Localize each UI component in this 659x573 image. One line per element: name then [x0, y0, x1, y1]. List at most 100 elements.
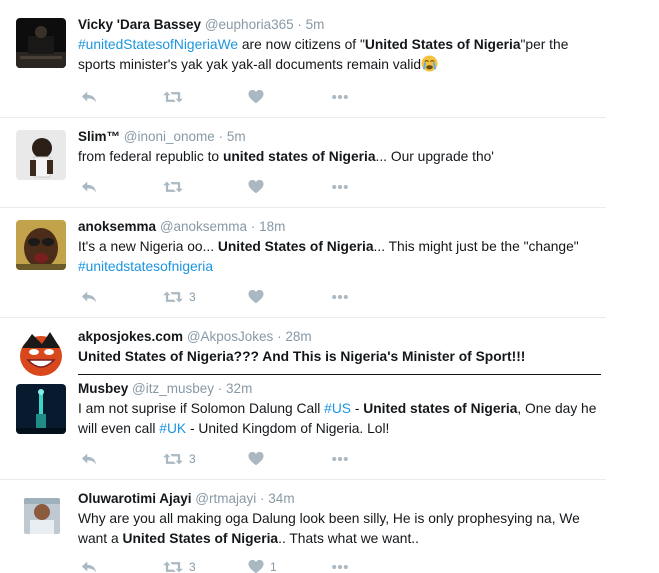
reply-icon	[80, 451, 98, 467]
avatar[interactable]	[16, 220, 66, 270]
reply-button[interactable]	[80, 178, 98, 196]
tweet-text-segment: from federal republic to	[78, 149, 223, 164]
retweet-count: 3	[189, 452, 196, 466]
retweet-icon	[163, 451, 183, 467]
hashtag-link[interactable]: #US	[324, 401, 351, 416]
more-icon	[330, 559, 350, 573]
tweet-text-bold: United States of Nigeria	[217, 239, 374, 254]
more-button[interactable]	[330, 288, 350, 306]
retweet-count: 3	[189, 290, 196, 304]
tweet-text: Why are you all making oga Dalung look b…	[78, 509, 600, 549]
avatar[interactable]	[16, 18, 66, 68]
retweet-button[interactable]	[163, 178, 183, 196]
tweet-text-segment: - United Kingdom of Nigeria. Lol!	[186, 421, 390, 436]
more-button[interactable]	[330, 178, 350, 196]
like-button[interactable]	[248, 178, 264, 196]
tweet-text-bold: United States of Nigeria	[122, 531, 279, 546]
retweet-button[interactable]: 3	[163, 288, 196, 306]
tweet-item[interactable]: Oluwarotimi Ajayi @rtmajayi · 34m Why ar…	[0, 480, 606, 573]
hashtag-link[interactable]: #unitedStatesofNigeriaWe	[78, 37, 238, 52]
tweet-separator: ·	[260, 491, 265, 506]
more-button[interactable]	[330, 88, 350, 106]
more-button[interactable]	[330, 558, 350, 573]
tweet-fullname[interactable]: Oluwarotimi Ajayi	[78, 491, 192, 506]
avatar[interactable]	[16, 130, 66, 180]
tweet-item[interactable]: anoksemma @anoksemma · 18m It's a new Ni…	[0, 208, 606, 318]
avatar[interactable]	[24, 498, 60, 534]
tweet-text-segment: -	[351, 401, 364, 416]
tweet-text: I am not suprise if Solomon Dalung Call …	[78, 399, 600, 439]
hashtag-link[interactable]: #UK	[159, 421, 186, 436]
tweet-text-segment: are now citizens of "	[238, 37, 365, 52]
retweet-icon	[163, 179, 183, 195]
tweet-timestamp[interactable]: 5m	[306, 17, 325, 32]
more-icon	[330, 289, 350, 305]
retweet-icon	[163, 559, 183, 573]
tweet-text: It's a new Nigeria oo... United States o…	[78, 237, 600, 277]
tweet-username[interactable]: @itz_musbey	[132, 381, 214, 396]
avatar[interactable]	[16, 328, 66, 378]
tweet-fullname[interactable]: Slim™	[78, 129, 120, 144]
tweet-text-bold: United states of Nigeria	[363, 401, 518, 416]
tweet-text-bold: United States of Nigeria	[364, 37, 521, 52]
tweet-text-segment: I am not suprise if Solomon Dalung Call	[78, 401, 325, 416]
retweet-icon	[163, 89, 183, 105]
tweet-text: #unitedStatesofNigeriaWe are now citizen…	[78, 35, 600, 75]
tweet-timestamp[interactable]: 5m	[227, 129, 246, 144]
tweet-text-bold: United States of Nigeria	[78, 349, 234, 364]
heart-icon	[248, 179, 264, 195]
tweet-text-segment: ... This might just be the "change"	[373, 239, 579, 254]
like-count: 1	[270, 560, 277, 573]
tweet-timestamp[interactable]: 28m	[285, 329, 311, 344]
tweet-username[interactable]: @anoksemma	[160, 219, 247, 234]
tweet-separator: ·	[277, 329, 282, 344]
reply-icon	[80, 89, 98, 105]
like-button[interactable]	[248, 288, 264, 306]
tweet-text: United States of Nigeria??? And This is …	[78, 347, 600, 367]
tweet-item[interactable]: Musbey @itz_musbey · 32m I am not supris…	[0, 374, 606, 480]
tweet-fullname[interactable]: Vicky 'Dara Bassey	[78, 17, 201, 32]
crying-face-emoji-icon	[421, 55, 438, 72]
tweet-username[interactable]: @AkposJokes	[187, 329, 274, 344]
tweet-timestamp[interactable]: 34m	[268, 491, 294, 506]
retweet-button[interactable]: 3	[163, 558, 196, 573]
like-button[interactable]	[248, 450, 264, 468]
like-button[interactable]: 1	[248, 558, 277, 573]
tweet-item[interactable]: akposjokes.com @AkposJokes · 28m United …	[0, 318, 606, 378]
reply-button[interactable]	[80, 450, 98, 468]
more-icon	[330, 451, 350, 467]
heart-icon	[248, 89, 264, 105]
tweet-fullname[interactable]: akposjokes.com	[78, 329, 183, 344]
tweet-separator: ·	[218, 129, 224, 144]
tweet-separator: ·	[297, 17, 302, 32]
heart-icon	[248, 289, 264, 305]
tweet-separator: ·	[250, 219, 256, 234]
tweet-separator: ·	[217, 381, 223, 396]
hashtag-link[interactable]: #unitedstatesofnigeria	[78, 259, 213, 274]
reply-icon	[80, 289, 98, 305]
retweet-count: 3	[189, 560, 196, 573]
retweet-button[interactable]	[163, 88, 183, 106]
tweet-username[interactable]: @rtmajayi	[195, 491, 256, 506]
like-button[interactable]	[248, 88, 264, 106]
tweet-text-segment: It's a new Nigeria oo...	[78, 239, 218, 254]
tweet-username[interactable]: @euphoria365	[205, 17, 294, 32]
more-button[interactable]	[330, 450, 350, 468]
reply-button[interactable]	[80, 88, 98, 106]
tweet-text: from federal republic to united states o…	[78, 147, 600, 167]
tweet-text-segment: ... Our upgrade tho'	[375, 149, 494, 164]
tweet-fullname[interactable]: Musbey	[78, 381, 128, 396]
avatar[interactable]	[16, 384, 66, 434]
reply-button[interactable]	[80, 558, 98, 573]
reply-button[interactable]	[80, 288, 98, 306]
reply-icon	[80, 179, 98, 195]
retweet-icon	[163, 289, 183, 305]
tweet-fullname[interactable]: anoksemma	[78, 219, 156, 234]
retweet-button[interactable]: 3	[163, 450, 196, 468]
tweet-item[interactable]: Vicky 'Dara Bassey @euphoria365 · 5m #un…	[0, 6, 606, 118]
tweet-text-bold: ??? And This is Nigeria's Minister of Sp…	[233, 349, 526, 364]
tweet-item[interactable]: Slim™ @inoni_onome · 5m from federal rep…	[0, 118, 606, 208]
tweet-timestamp[interactable]: 32m	[226, 381, 252, 396]
tweet-username[interactable]: @inoni_onome	[124, 129, 215, 144]
tweet-timestamp[interactable]: 18m	[259, 219, 285, 234]
